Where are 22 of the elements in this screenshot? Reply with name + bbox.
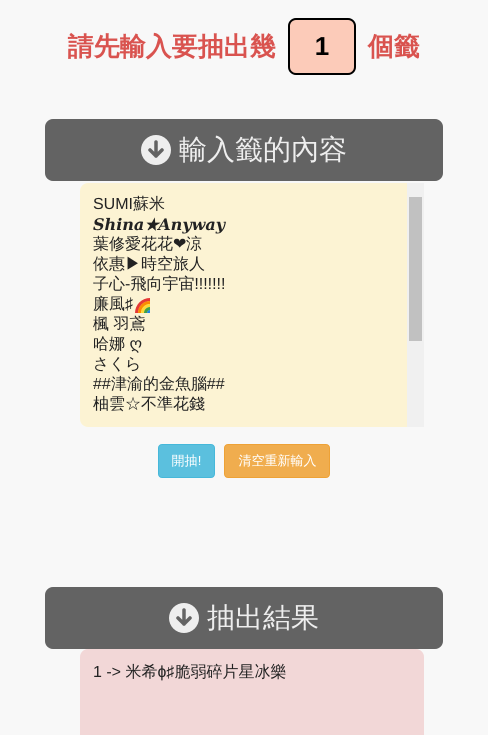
arrow-down-circle-icon <box>141 135 171 165</box>
arrow-down-circle-icon <box>169 603 199 633</box>
section-title: 抽出結果 <box>207 601 319 635</box>
rainbow-icon <box>133 296 151 314</box>
list-entry: 柚雲☆不準花錢 <box>93 395 205 415</box>
list-entry: Shina★Anyway <box>93 215 226 235</box>
list-entry: 楓 羽鳶 <box>93 315 146 335</box>
list-entry: 哈娜 ღ <box>93 335 142 355</box>
entries-text-area[interactable]: SUMI蘇米 Shina★Anyway 葉修愛花花❤涼 依惠▶時空旅人 子心-飛向宇宙!!!!!!! 廉風♯ 楓 羽鳶 哈娜 ღ さくら ##津渝的金魚腦## 柚雲☆不準花錢 <box>80 183 424 427</box>
list-entry: 依惠▶時空旅人 <box>93 255 205 275</box>
scrollbar[interactable] <box>407 183 424 427</box>
section-title: 輸入籤的內容 <box>179 133 347 167</box>
result-text: 1 -> 米希ɸ♯脆弱碎片星冰樂 <box>93 662 286 683</box>
list-entry: 葉修愛花花❤涼 <box>93 235 202 255</box>
list-entry: ##津渝的金魚腦## <box>93 375 225 395</box>
list-entry: 子心-飛向宇宙!!!!!!! <box>93 275 226 295</box>
list-entry: SUMI蘇米 <box>93 195 165 215</box>
list-entry: さくら <box>93 355 141 375</box>
prompt-text: 請先輸入要抽出幾 <box>68 30 276 63</box>
prompt-text: 個籤 <box>368 30 420 63</box>
count-field[interactable]: 1 <box>288 18 356 75</box>
list-entry: 廉風♯ <box>93 295 133 315</box>
